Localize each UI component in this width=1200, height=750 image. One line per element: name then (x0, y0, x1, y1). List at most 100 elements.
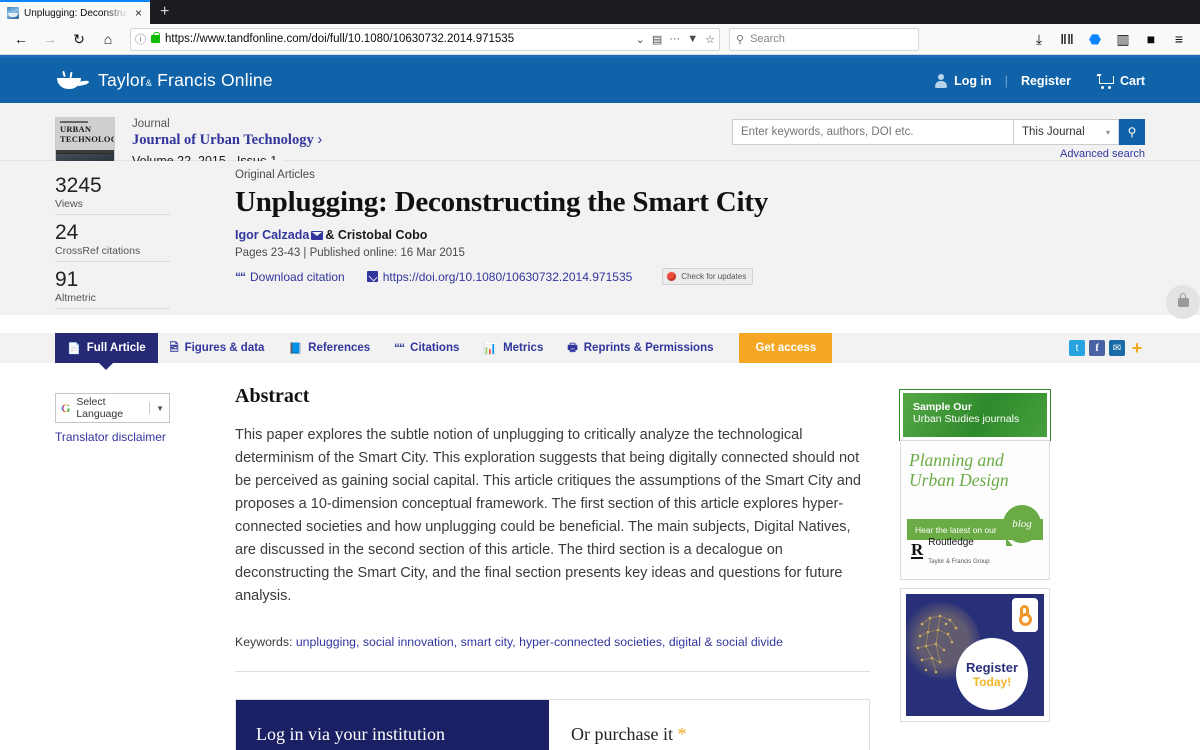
email-share-icon[interactable]: ✉ (1109, 340, 1125, 356)
ad-open-access-register[interactable]: Register Today! (900, 588, 1050, 722)
new-tab-button[interactable]: + (150, 0, 179, 24)
purchase-heading-text: Or purchase it (571, 724, 673, 744)
ad-planning-urban-design[interactable]: Planning and Urban Design Hear the lates… (900, 440, 1050, 580)
author-link[interactable]: Igor Calzada (235, 228, 309, 242)
brand-name-taylor: Taylor (98, 70, 146, 90)
cart-icon (1097, 74, 1114, 89)
article-metrics: 3245 Views 24 CrossRef citations 91 Altm… (55, 169, 170, 315)
facebook-icon[interactable]: f (1089, 340, 1105, 356)
ad-publisher: R Routledge Taylor & Francis Group (911, 532, 990, 568)
tab-favicon-icon (7, 7, 19, 19)
get-access-button[interactable]: Get access (739, 333, 833, 363)
article-type: Original Articles (235, 169, 315, 181)
search-submit-button[interactable]: ⚲ (1119, 119, 1145, 145)
keywords-links[interactable]: unplugging, social innovation, smart cit… (296, 635, 783, 649)
open-access-icon (1012, 598, 1038, 632)
tab-metrics[interactable]: 📊 Metrics (471, 333, 555, 363)
journal-bar: URBAN TECHNOLOGY Journal Journal of Urba… (0, 103, 1200, 195)
access-options-box: Log in via your institution ❯ Shibboleth… (235, 699, 870, 750)
metric-label: Altmetric (55, 292, 96, 304)
bookmark-star-icon[interactable]: ☆ (705, 33, 715, 46)
journal-title-link[interactable]: Journal of Urban Technology › (132, 132, 322, 149)
journal-cover-title: URBAN TECHNOLOGY (60, 124, 114, 144)
search-icon: ⚲ (1127, 125, 1137, 139)
ad-sample-urban-studies[interactable]: Sample Our Urban Studies journals (899, 389, 1051, 441)
institution-login-heading: Log in via your institution (256, 724, 445, 744)
accessibility-lock-button[interactable] (1166, 285, 1200, 319)
login-button[interactable]: Log in (921, 73, 1005, 88)
metric-altmetric: 91 Altmetric (55, 268, 170, 309)
doi-link[interactable]: https://doi.org/10.1080/10630732.2014.97… (366, 270, 632, 284)
reload-icon[interactable]: ↻ (66, 26, 92, 52)
keywords-row: Keywords: unplugging, social innovation,… (235, 635, 870, 672)
browser-tab[interactable]: Unplugging: Deconstructing th × (0, 0, 150, 24)
tab-label: References (308, 342, 371, 354)
check-for-updates-label: Check for updates (681, 272, 747, 281)
login-label: Log in (954, 73, 992, 88)
back-icon[interactable]: ← (8, 26, 34, 52)
download-citation-link[interactable]: ““ Download citation (235, 270, 345, 284)
hamburger-menu-icon[interactable]: ≡ (1166, 26, 1192, 52)
routledge-mark-icon: R (911, 539, 924, 559)
address-bar[interactable]: ⓘ https://www.tandfonline.com/doi/full/1… (130, 27, 720, 51)
site-logo[interactable]: Taylor& Francis Online (55, 70, 273, 91)
right-sidebar-ads: Sample Our Urban Studies journals Planni… (899, 363, 1051, 750)
brand-name: Taylor& Francis Online (98, 70, 273, 91)
page-title: Unplugging: Deconstructing the Smart Cit… (235, 186, 769, 218)
sync-icon[interactable]: ⬣ (1082, 26, 1108, 52)
user-icon (934, 73, 947, 88)
page-actions-icon[interactable]: ··· (669, 33, 680, 45)
teacup-logo-icon (55, 70, 90, 91)
pocket-icon[interactable]: ▼ (687, 33, 698, 45)
crossmark-icon (666, 271, 678, 282)
email-icon[interactable] (311, 231, 324, 240)
library-icon[interactable]: ⅡⅡ (1054, 26, 1080, 52)
chevron-down-icon: ▾ (1105, 127, 1110, 137)
google-translate-widget[interactable]: G Select Language ▼ (55, 393, 170, 423)
chevron-down-icon[interactable]: ⌄ (636, 33, 645, 46)
ad-title-line2: Urban Design (909, 470, 1009, 490)
search-scope-select[interactable]: This Journal ▾ (1014, 119, 1119, 145)
metric-label: Views (55, 198, 83, 210)
site-search: This Journal ▾ ⚲ Advanced search (732, 117, 1145, 160)
article-tab-bar: 📄 Full Article 🖻 Figures & data 📘 Refere… (0, 333, 1200, 370)
reader-view-icon[interactable]: ▤ (652, 33, 662, 46)
account-icon[interactable]: ■ (1138, 26, 1164, 52)
cart-button[interactable]: Cart (1084, 73, 1145, 89)
sidebar-icon[interactable]: ▥ (1110, 26, 1136, 52)
tab-figures-data[interactable]: 🖻 Figures & data (158, 333, 277, 363)
twitter-icon[interactable]: t (1069, 340, 1085, 356)
browser-search-placeholder: Search (750, 33, 785, 45)
tab-label: Full Article (86, 342, 146, 354)
more-share-icon[interactable]: + (1129, 338, 1145, 358)
check-for-updates-badge[interactable]: Check for updates (662, 268, 754, 285)
ssl-lock-icon (151, 31, 160, 43)
browser-search-bar[interactable]: ⚲ Search (729, 27, 919, 51)
advanced-search-link[interactable]: Advanced search (732, 148, 1145, 160)
document-icon: 📄 (67, 342, 81, 355)
ad-register-line1: Register (965, 659, 1019, 675)
cart-label: Cart (1119, 73, 1145, 88)
search-input[interactable] (732, 119, 1014, 145)
printer-icon: 🖶 (567, 341, 578, 354)
purchase-heading: Or purchase it * (571, 724, 847, 745)
journal-title-text: Journal of Urban Technology (132, 132, 314, 148)
tab-reprints-permissions[interactable]: 🖶 Reprints & Permissions (555, 333, 725, 363)
downloads-icon[interactable]: ⤓ (1026, 26, 1052, 52)
article-pages-published: Pages 23-43 | Published online: 16 Mar 2… (235, 247, 465, 259)
tab-references[interactable]: 📘 References (276, 333, 382, 363)
register-button[interactable]: Register (1008, 74, 1084, 88)
page-info-icon[interactable]: ⓘ (135, 31, 146, 47)
tab-full-article[interactable]: 📄 Full Article (55, 333, 158, 370)
quote-icon: ““ (394, 341, 405, 355)
tab-title: Unplugging: Deconstructing th (24, 7, 128, 19)
home-icon[interactable]: ⌂ (95, 26, 121, 52)
ad-blog-bubble: blog (1003, 505, 1041, 546)
ad-register-line2: Today! (972, 674, 1012, 689)
close-icon[interactable]: × (133, 7, 144, 19)
ad-line2: Urban Studies journals (913, 413, 1020, 425)
translator-disclaimer-link[interactable]: Translator disclaimer (55, 430, 170, 444)
tab-citations[interactable]: ““ Citations (382, 333, 471, 363)
forward-icon[interactable]: → (37, 26, 63, 52)
required-asterisk: * (677, 724, 687, 744)
